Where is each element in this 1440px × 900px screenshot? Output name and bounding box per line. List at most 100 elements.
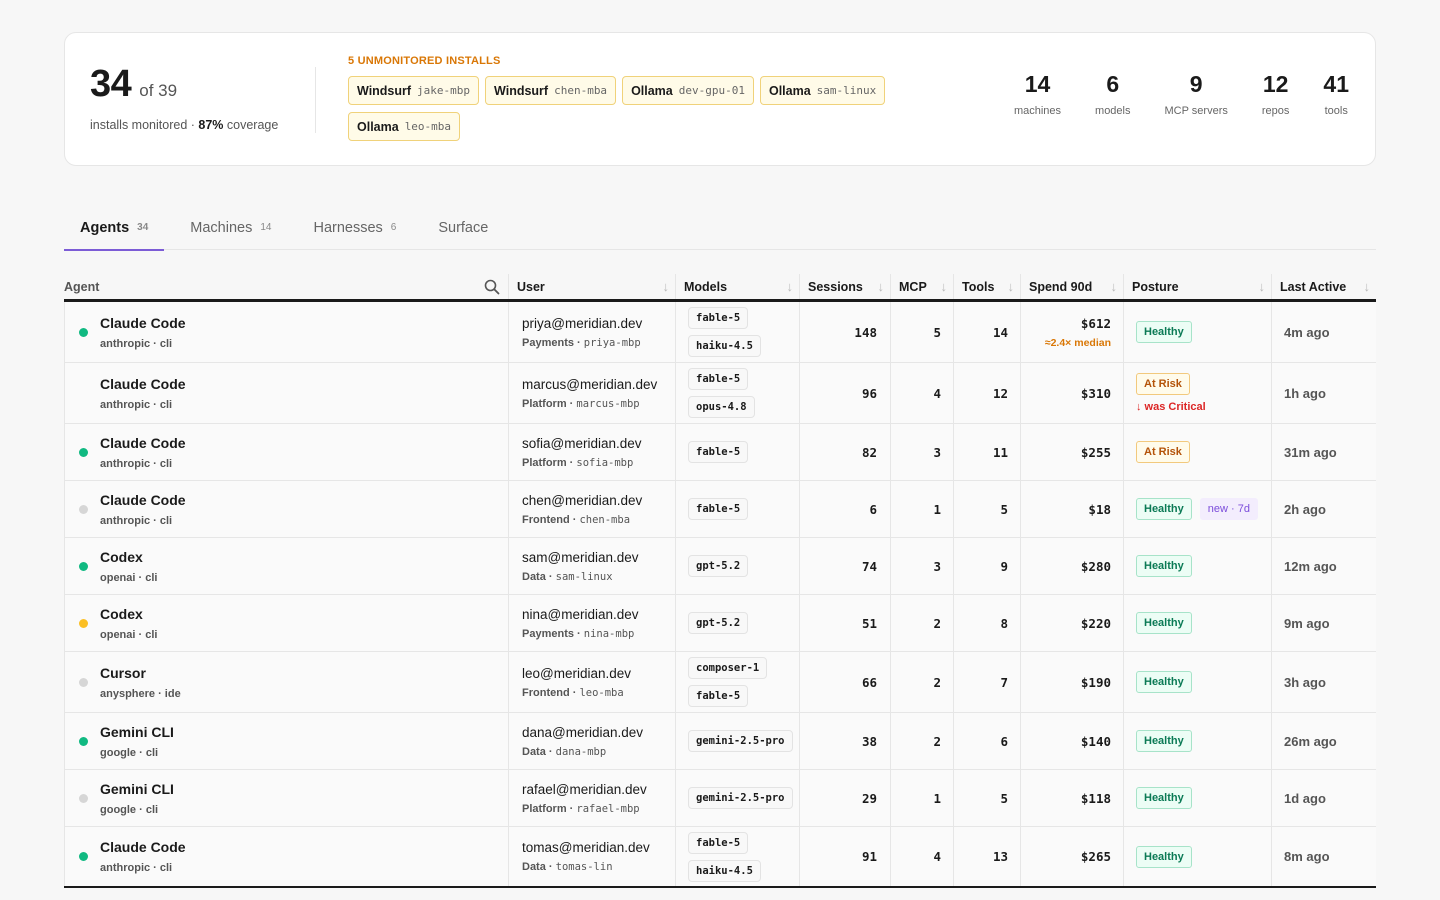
model-tag[interactable]: gpt-5.2 — [688, 612, 749, 634]
agent-name[interactable]: Claude Code — [100, 492, 186, 508]
user-cell[interactable]: sofia@meridian.dev Platform · sofia-mbp — [508, 424, 675, 480]
user-cell[interactable]: tomas@meridian.dev Data · tomas-lin — [508, 827, 675, 886]
stat-tools[interactable]: 41 tools — [1323, 73, 1349, 118]
search-icon[interactable] — [484, 279, 500, 295]
agent-name[interactable]: Claude Code — [100, 839, 186, 855]
column-spend[interactable]: Spend 90d ↓ — [1020, 274, 1123, 299]
column-last-active[interactable]: Last Active ↓ — [1271, 274, 1376, 299]
posture-badge[interactable]: Healthy — [1136, 498, 1192, 520]
posture-badge[interactable]: Healthy — [1136, 671, 1192, 693]
user-email[interactable]: dana@meridian.dev — [522, 725, 675, 740]
stat-models[interactable]: 6 models — [1095, 73, 1130, 118]
column-sessions[interactable]: Sessions ↓ — [799, 274, 890, 299]
column-user[interactable]: User ↓ — [508, 274, 675, 299]
column-models[interactable]: Models ↓ — [675, 274, 799, 299]
sort-arrow-icon[interactable]: ↓ — [941, 279, 948, 294]
table-row[interactable]: Codex openai · cli sam@meridian.dev Data · … — [64, 538, 1376, 595]
posture-badge[interactable]: Healthy — [1136, 787, 1192, 809]
user-email[interactable]: priya@meridian.dev — [522, 316, 675, 331]
table-row[interactable]: Codex openai · cli nina@meridian.dev Paymen… — [64, 595, 1376, 652]
model-tag[interactable]: haiku-4.5 — [688, 335, 761, 357]
model-tag[interactable]: fable-5 — [688, 307, 749, 329]
unmonitored-install-chip[interactable]: Windsurf chen-mba — [485, 76, 617, 105]
model-tag[interactable]: fable-5 — [688, 685, 749, 707]
model-tag[interactable]: gemini-2.5-pro — [688, 730, 793, 752]
column-posture[interactable]: Posture ↓ — [1123, 274, 1271, 299]
model-tag[interactable]: gpt-5.2 — [688, 555, 749, 577]
model-tag[interactable]: fable-5 — [688, 831, 749, 854]
agent-cell[interactable]: Gemini CLI google · cli — [64, 770, 508, 826]
unmonitored-install-chip[interactable]: Ollama dev-gpu-01 — [622, 76, 754, 105]
unmonitored-install-chip[interactable]: Ollama leo-mba — [348, 112, 461, 141]
posture-badge[interactable]: At Risk — [1136, 373, 1190, 395]
user-email[interactable]: sofia@meridian.dev — [522, 436, 675, 451]
agent-cell[interactable]: Claude Code anthropic · cli — [64, 363, 508, 423]
sort-arrow-icon[interactable]: ↓ — [1364, 279, 1371, 294]
stat-mcp-servers[interactable]: 9 MCP servers — [1165, 73, 1228, 118]
agent-cell[interactable]: Claude Code anthropic · cli — [64, 481, 508, 537]
sort-arrow-icon[interactable]: ↓ — [1259, 279, 1266, 294]
sort-arrow-icon[interactable]: ↓ — [1111, 279, 1118, 294]
tab-agents[interactable]: Agents 34 — [64, 205, 165, 251]
table-row[interactable]: Claude Code anthropic · cli tomas@meridian… — [64, 827, 1376, 888]
model-tag[interactable]: opus-4.8 — [688, 396, 755, 418]
agent-cell[interactable]: Gemini CLI google · cli — [64, 713, 508, 769]
sort-arrow-icon[interactable]: ↓ — [787, 279, 794, 294]
model-tag[interactable]: fable-5 — [688, 498, 749, 520]
user-cell[interactable]: rafael@meridian.dev Platform · rafael-mbp — [508, 770, 675, 826]
tab-surface[interactable]: Surface — [422, 205, 504, 250]
column-mcp[interactable]: MCP ↓ — [890, 274, 953, 299]
table-row[interactable]: Claude Code anthropic · cli priya@meridian… — [64, 302, 1376, 363]
model-tag[interactable]: haiku-4.5 — [688, 859, 761, 882]
agent-name[interactable]: Cursor — [100, 665, 181, 681]
posture-badge[interactable]: Healthy — [1136, 321, 1192, 343]
unmonitored-install-chip[interactable]: Windsurf jake-mbp — [348, 76, 480, 105]
model-tag[interactable]: gemini-2.5-pro — [688, 787, 793, 809]
sort-arrow-icon[interactable]: ↓ — [878, 279, 885, 294]
agent-name[interactable]: Gemini CLI — [100, 781, 174, 797]
sort-arrow-icon[interactable]: ↓ — [663, 279, 670, 294]
user-cell[interactable]: leo@meridian.dev Frontend · leo-mba — [508, 652, 675, 712]
user-cell[interactable]: priya@meridian.dev Payments · priya-mbp — [508, 302, 675, 362]
table-row[interactable]: Claude Code anthropic · cli chen@meridian.… — [64, 481, 1376, 538]
agent-cell[interactable]: Codex openai · cli — [64, 538, 508, 594]
posture-badge[interactable]: Healthy — [1136, 612, 1192, 634]
sort-arrow-icon[interactable]: ↓ — [1008, 279, 1015, 294]
user-cell[interactable]: chen@meridian.dev Frontend · chen-mba — [508, 481, 675, 537]
agent-name[interactable]: Claude Code — [100, 376, 186, 392]
posture-badge[interactable]: Healthy — [1136, 845, 1192, 868]
table-row[interactable]: Gemini CLI google · cli rafael@meridian.de… — [64, 770, 1376, 827]
user-email[interactable]: tomas@meridian.dev — [522, 840, 675, 855]
agent-cell[interactable]: Cursor anysphere · ide — [64, 652, 508, 712]
agent-name[interactable]: Codex — [100, 606, 157, 622]
model-tag[interactable]: fable-5 — [688, 368, 749, 390]
user-email[interactable]: marcus@meridian.dev — [522, 377, 675, 392]
unmonitored-install-chip[interactable]: Ollama sam-linux — [759, 76, 886, 105]
user-email[interactable]: chen@meridian.dev — [522, 493, 675, 508]
user-email[interactable]: leo@meridian.dev — [522, 666, 675, 681]
table-row[interactable]: Cursor anysphere · ide leo@meridian.dev Fro… — [64, 652, 1376, 713]
model-tag[interactable]: composer-1 — [688, 657, 768, 679]
column-tools[interactable]: Tools ↓ — [953, 274, 1020, 299]
user-cell[interactable]: sam@meridian.dev Data · sam-linux — [508, 538, 675, 594]
agent-cell[interactable]: Claude Code anthropic · cli — [64, 302, 508, 362]
user-cell[interactable]: marcus@meridian.dev Platform · marcus-mbp — [508, 363, 675, 423]
tab-machines[interactable]: Machines 14 — [174, 205, 287, 250]
posture-badge[interactable]: Healthy — [1136, 555, 1192, 577]
user-cell[interactable]: nina@meridian.dev Payments · nina-mbp — [508, 595, 675, 651]
posture-badge[interactable]: Healthy — [1136, 730, 1192, 752]
tab-harnesses[interactable]: Harnesses 6 — [297, 205, 412, 250]
stat-machines[interactable]: 14 machines — [1014, 73, 1061, 118]
table-row[interactable]: Claude Code anthropic · cli sofia@meridian… — [64, 424, 1376, 481]
user-email[interactable]: nina@meridian.dev — [522, 607, 675, 622]
user-email[interactable]: rafael@meridian.dev — [522, 782, 675, 797]
posture-badge[interactable]: At Risk — [1136, 441, 1190, 463]
user-cell[interactable]: dana@meridian.dev Data · dana-mbp — [508, 713, 675, 769]
user-email[interactable]: sam@meridian.dev — [522, 550, 675, 565]
stat-repos[interactable]: 12 repos — [1262, 73, 1290, 118]
agent-name[interactable]: Gemini CLI — [100, 724, 174, 740]
agent-cell[interactable]: Codex openai · cli — [64, 595, 508, 651]
agent-cell[interactable]: Claude Code anthropic · cli — [64, 827, 508, 886]
table-row[interactable]: Gemini CLI google · cli dana@meridian.dev D… — [64, 713, 1376, 770]
agent-name[interactable]: Claude Code — [100, 435, 186, 451]
